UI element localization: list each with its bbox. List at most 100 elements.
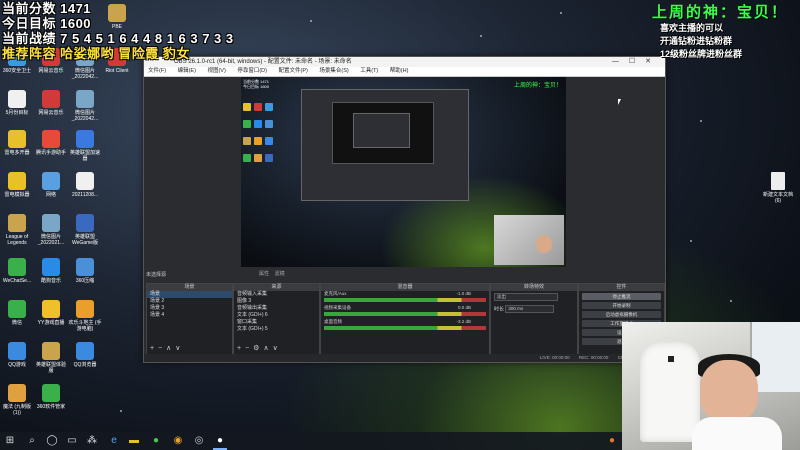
menu-view[interactable]: 视图(V) xyxy=(207,68,225,74)
desktop-icon[interactable]: 2021120​8... xyxy=(68,172,102,198)
desktop-icon[interactable]: 360压缩 xyxy=(68,258,102,284)
desktop-icon[interactable]: 雷电多开器 xyxy=(0,130,34,156)
desktop-icon[interactable]: 微信图片_2022021... xyxy=(34,214,68,246)
current-record: 当前战绩 7 5 4 5 1 6 4 4 8 1 6 3 7 3 3 xyxy=(2,31,234,46)
scene-item[interactable]: 场景 4 xyxy=(147,312,232,319)
menu-help[interactable]: 帮助(H) xyxy=(390,68,409,74)
edge-icon[interactable]: e xyxy=(108,435,120,447)
desktop-icon[interactable]: QQ游戏 xyxy=(0,342,34,368)
audio-mixer-panel: 混音器 麦克风/Aux -1.0 dB 视频采集设备 0.0 dB 桌面音频 -… xyxy=(320,283,490,355)
search-icon[interactable]: ⌕ xyxy=(26,435,38,447)
desktop-file-icon[interactable]: 新建文本文档 (6) xyxy=(760,172,796,204)
start-button[interactable]: ⊞ xyxy=(4,435,16,447)
obs-window[interactable]: OBS 26.1.0-rc1 (64-bit, windows) - 配置文件:… xyxy=(143,56,666,363)
nested-overlay-text: 当前分数 1471 今日目标 1600 xyxy=(243,79,270,89)
desktop-icon[interactable]: 欢乐斗地主 (手游电脑) xyxy=(68,300,102,332)
source-item[interactable]: 窗口采集 xyxy=(234,319,319,326)
transitions-header: 转场特效 xyxy=(491,284,577,291)
scene-toolbar[interactable]: +−∧∨ xyxy=(150,344,184,352)
app-icon[interactable]: ● xyxy=(606,435,618,447)
desktop-icon[interactable]: 360软件管家 xyxy=(34,384,68,410)
menu-docks[interactable]: 停靠窗口(D) xyxy=(237,68,267,74)
scene-item[interactable]: 场景 xyxy=(147,291,232,298)
obs-taskbar-icon[interactable]: ● xyxy=(214,435,226,447)
obs-preview[interactable]: 当前分数 1471 今日目标 1600 上周的神：宝贝！ xyxy=(241,77,566,267)
app-icon[interactable]: ◎ xyxy=(193,435,205,447)
desktop-icon-label: 酷狗音乐 xyxy=(40,278,61,284)
desktop-icon-label: 英雄联盟WeGame版 xyxy=(71,234,99,246)
desktop-icon[interactable]: 腾讯手游助手 xyxy=(34,130,68,156)
app-icon xyxy=(8,130,26,148)
scene-item[interactable]: 场景 2 xyxy=(147,298,232,305)
menu-file[interactable]: 文件(F) xyxy=(148,68,166,74)
daily-goal: 今日目标 1600 xyxy=(2,16,92,31)
desktop-icon-label: 网络 xyxy=(45,192,56,198)
mixer-track-db: 0.0 dB xyxy=(457,305,471,310)
desktop-icon[interactable]: WeChatSe... xyxy=(0,258,34,284)
virtual-camera-button[interactable]: 启动虚拟摄像机 xyxy=(582,311,661,318)
source-toolbar[interactable]: +−⚙∧∨ xyxy=(237,344,282,352)
desktop-icon[interactable]: 酷狗音乐 xyxy=(34,258,68,284)
duration-input[interactable]: 300 ms xyxy=(505,305,555,313)
source-item[interactable]: 音频输出采集 xyxy=(234,305,319,312)
volume-meter[interactable] xyxy=(324,298,486,302)
app-icon xyxy=(8,258,26,276)
volume-meter[interactable] xyxy=(324,312,486,316)
app-icon xyxy=(8,172,26,190)
scene-item[interactable]: 场景 3 xyxy=(147,305,232,312)
desktop-icon[interactable]: 网络 xyxy=(34,172,68,198)
desktop-icon[interactable]: 雷电模拟器 xyxy=(0,172,34,198)
desktop-icon[interactable]: QQ浏览器 xyxy=(68,342,102,368)
source-item[interactable]: 音频输入采集 xyxy=(234,291,319,298)
start-recording-button[interactable]: 开始录制 xyxy=(582,302,661,309)
source-item[interactable]: 文本 (GDI+) 5 xyxy=(234,326,319,333)
menu-scene-collection[interactable]: 场景集合(S) xyxy=(319,68,348,74)
desktop-icon[interactable]: 微信图片_2022042... xyxy=(68,90,102,122)
desktop-icon-label: 360安全卫士 xyxy=(2,68,32,74)
app-icon[interactable]: ◉ xyxy=(172,435,184,447)
menu-profile[interactable]: 配置文件(P) xyxy=(278,68,307,74)
desktop-icon-label: 微信 xyxy=(11,320,22,326)
desktop-icon-label: 英雄联盟体验服 xyxy=(35,362,66,374)
properties-button[interactable]: 属性 xyxy=(259,271,269,277)
app-icon xyxy=(8,90,26,108)
recommended-lineup: 推荐阵容 哈娑娜哟 冒险霞 豹女 xyxy=(2,46,190,61)
widgets-icon[interactable]: ⁂ xyxy=(86,435,98,447)
app-icon xyxy=(76,90,94,108)
mixer-track-name: 桌面音频 -3.2 dB xyxy=(324,319,471,324)
source-item[interactable]: 文本 (GDI+) 6 xyxy=(234,312,319,319)
app-icon xyxy=(42,90,60,108)
live-time: LIVE: 00:00:00 xyxy=(539,355,570,360)
desktop-icon[interactable]: 英雄联盟WeGame版 xyxy=(68,214,102,246)
fan-overlay: 上周的神：宝贝！ 喜欢主播的可以 开通钻粉进钻粉群 12级粉丝牌进粉丝群 xyxy=(652,1,788,61)
nested-preview: 当前分数 1471 今日目标 1600 上周的神：宝贝！ xyxy=(241,77,566,267)
app-icon xyxy=(76,258,94,276)
desktop-icon[interactable]: 微信 xyxy=(0,300,34,326)
app-icon xyxy=(76,300,94,318)
app-icon xyxy=(8,300,26,318)
desktop-icon-label: YY游戏直播 xyxy=(37,320,65,326)
duration-label: 时长 xyxy=(494,306,505,313)
desktop-icon[interactable]: 网易云音乐 xyxy=(34,90,68,116)
desktop-icon[interactable]: YY游戏直播 xyxy=(34,300,68,326)
app-icon xyxy=(42,342,60,360)
desktop-icon[interactable]: League of Legends xyxy=(0,214,34,246)
task-view-icon[interactable]: ▭ xyxy=(66,435,78,447)
cortana-icon[interactable]: ◯ xyxy=(46,435,58,447)
menu-edit[interactable]: 编辑(E) xyxy=(178,68,196,74)
obs-menubar: 文件(F) 编辑(E) 视图(V) 停靠窗口(D) 配置文件(P) 场景集合(S… xyxy=(144,67,665,77)
desktop-icon[interactable]: 5月份目标 xyxy=(0,90,34,116)
properties-filters: 属性 滤镜 xyxy=(259,270,285,277)
menu-tools[interactable]: 工具(T) xyxy=(360,68,378,74)
volume-meter[interactable] xyxy=(324,326,486,330)
desktop-icon-label: 雷电多开器 xyxy=(4,150,30,156)
desktop-icon[interactable]: 英雄联盟加速器 xyxy=(68,130,102,162)
stop-streaming-button[interactable]: 停止推流 xyxy=(582,293,661,300)
filters-button[interactable]: 滤镜 xyxy=(275,271,285,277)
app-icon[interactable]: ● xyxy=(150,435,162,447)
source-item[interactable]: 图像 3 xyxy=(234,298,319,305)
desktop-icon[interactable]: 英雄联盟体验服 xyxy=(34,342,68,374)
desktop-icon[interactable]: 魔法 (九制版 (1)) xyxy=(0,384,34,416)
transition-select[interactable]: 淡出 xyxy=(494,293,558,301)
file-explorer-icon[interactable]: ▬ xyxy=(128,435,140,447)
